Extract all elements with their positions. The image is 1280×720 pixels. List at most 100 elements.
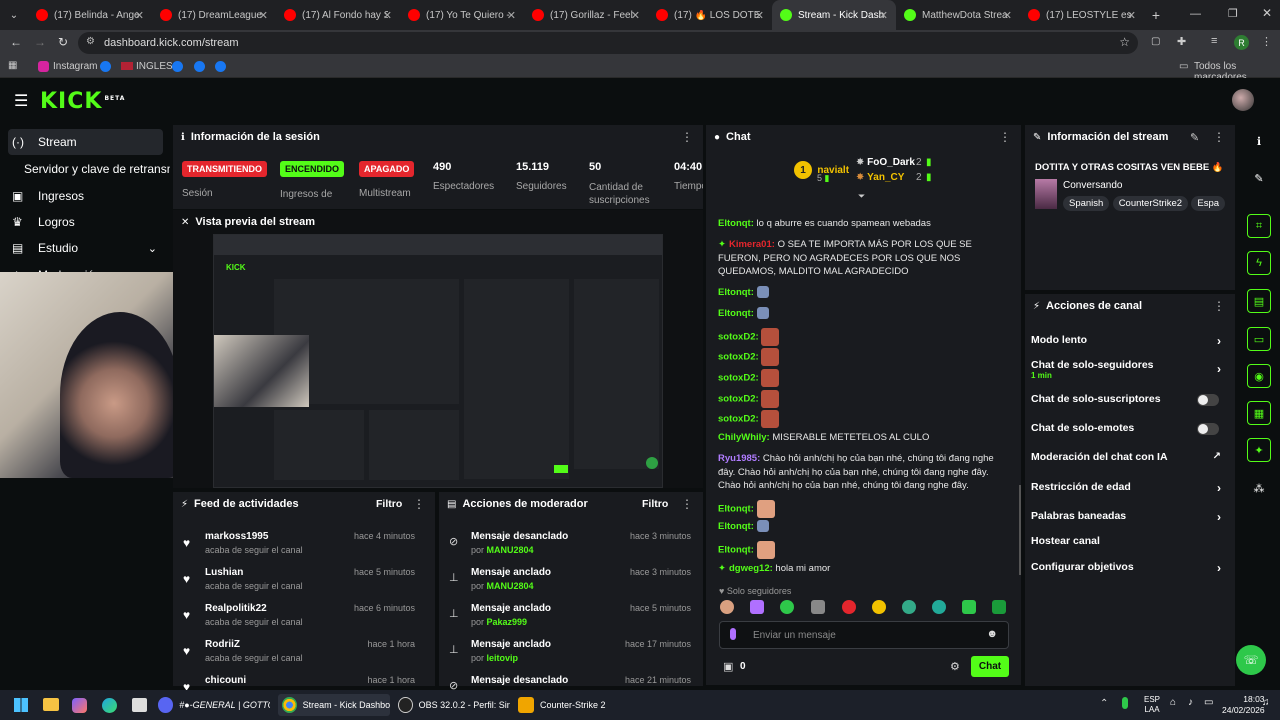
tab-close-icon[interactable]: ✕	[879, 9, 888, 22]
chat-username[interactable]: ChilyWhily:	[718, 432, 770, 443]
kick-logo[interactable]: KICK BETA	[40, 89, 125, 114]
browser-tab[interactable]: (17) Belinda - Angel ✕	[28, 0, 152, 30]
screenshot-icon[interactable]: ▢	[1151, 36, 1160, 47]
emote-icon[interactable]	[932, 600, 946, 614]
facebook-icon[interactable]	[215, 61, 226, 72]
reload-icon[interactable]: ↻	[58, 35, 68, 49]
chat-bubble-icon[interactable]: ▭	[1247, 327, 1271, 351]
points-icon[interactable]: ▣	[723, 660, 733, 673]
chat-username[interactable]: sotoxD2:	[718, 373, 759, 384]
tab-close-icon[interactable]: ✕	[755, 9, 764, 22]
layers-icon[interactable]: ▦	[1247, 401, 1271, 425]
sidebar-item-stream[interactable]: (·) Stream	[8, 129, 163, 155]
chat-message[interactable]: Eltonqt:	[718, 500, 1010, 518]
chat-username[interactable]: sotoxD2:	[718, 394, 759, 405]
chat-message[interactable]: Eltonqt:	[718, 307, 1010, 321]
tab-close-icon[interactable]: ✕	[135, 9, 144, 22]
chat-username[interactable]: dgweg12:	[729, 563, 773, 574]
windows-start-icon[interactable]	[14, 698, 28, 712]
file-explorer-icon[interactable]	[43, 698, 59, 711]
apps-grid-icon[interactable]: ▦	[8, 60, 17, 71]
battery-icon[interactable]: ▭	[1204, 697, 1213, 708]
tray-chevron-icon[interactable]: ⌃	[1100, 698, 1108, 709]
notification-bell-icon[interactable]: ♫	[1262, 697, 1270, 708]
network-icon[interactable]: ⌂	[1170, 697, 1176, 708]
chat-message[interactable]: Ryu1985: Chào hỏi anh/chị họ của bạn nhé…	[718, 452, 1010, 493]
mic-tray-icon[interactable]	[1122, 697, 1128, 709]
user-avatar[interactable]	[1232, 89, 1254, 111]
chat-username[interactable]: Eltonqt:	[718, 521, 754, 532]
new-tab-button[interactable]: +	[1144, 7, 1168, 23]
browser-tab[interactable]: MatthewDota Stream ✕	[896, 0, 1020, 30]
emote-icon[interactable]	[842, 600, 856, 614]
mod-action-row[interactable]: ⊥ Mensaje anclado por leitovip hace 17 minu…	[439, 636, 699, 672]
tag-chip[interactable]: Espa	[1191, 196, 1226, 211]
feed-row[interactable]: ♥ Realpolitik22 acaba de seguir el canal ha…	[173, 600, 423, 636]
action-followers-only[interactable]: Chat de solo-seguidores 1 min ›	[1031, 359, 1227, 381]
back-icon[interactable]: ←	[10, 35, 22, 49]
action-configure-goals[interactable]: Configurar objetivos ›	[1031, 561, 1227, 575]
copilot-icon[interactable]	[72, 698, 87, 713]
tab-close-icon[interactable]: ✕	[1003, 9, 1012, 22]
action-slow-mode[interactable]: Modo lento ›	[1031, 334, 1227, 348]
edit-stream-icon[interactable]: ✎	[1190, 131, 1199, 144]
browser-tab[interactable]: (17) Yo Te Quiero - Yo✕	[400, 0, 524, 30]
feed-row[interactable]: ♥ markoss1995 acaba de seguir el canal hace…	[173, 528, 423, 564]
tab-close-icon[interactable]: ✕	[383, 9, 392, 22]
action-emotes-only[interactable]: Chat de solo-emotes	[1031, 422, 1227, 436]
browser-tab[interactable]: (17) Al Fondo hay Sit ✕	[276, 0, 400, 30]
mic-icon[interactable]	[730, 628, 736, 640]
chat-input[interactable]: Enviar un mensaje ☻	[719, 621, 1009, 649]
chat-username[interactable]: sotoxD2:	[718, 332, 759, 343]
volume-icon[interactable]: ♪	[1188, 697, 1193, 708]
hamburger-menu-icon[interactable]: ☰	[14, 91, 28, 111]
chat-username[interactable]: Eltonqt:	[718, 287, 754, 298]
panel-menu-icon[interactable]: ⋮	[681, 497, 693, 511]
subscribers-only-toggle[interactable]	[1197, 394, 1219, 406]
url-field[interactable]: ⚙ dashboard.kick.com/stream ☆	[78, 32, 1138, 54]
chat-scrollbar[interactable]	[1019, 485, 1021, 575]
sidebar-item-estudio[interactable]: ▤ Estudio ⌄	[8, 235, 163, 261]
store-icon[interactable]	[132, 698, 147, 712]
panel-menu-icon[interactable]: ⋮	[1213, 299, 1225, 313]
media-icon[interactable]: ≡	[1211, 35, 1217, 47]
tab-close-icon[interactable]: ✕	[1127, 9, 1136, 22]
support-button[interactable]: ☏	[1236, 645, 1266, 675]
feed-row[interactable]: ♥ RodriiZ acaba de seguir el canal hace 1 h…	[173, 636, 423, 672]
clock[interactable]: 18:03 24/02/2026	[1222, 694, 1265, 716]
emoji-icon[interactable]: ☻	[986, 628, 998, 640]
browser-menu-icon[interactable]: ⋮	[1261, 35, 1272, 48]
minimize-button[interactable]: —	[1190, 8, 1201, 20]
taskbar-app-discord[interactable]: #●-GENERAL | GOTTO	[158, 694, 270, 716]
mod-filter-button[interactable]: Filtro	[642, 498, 668, 510]
extensions-icon[interactable]: ✚	[1177, 35, 1186, 48]
tab-close-icon[interactable]: ✕	[259, 9, 268, 22]
action-age-restriction[interactable]: Restricción de edad ›	[1031, 481, 1227, 495]
mod-action-row[interactable]: ⊘ Mensaje desanclado por MANU2804 hace 3 mi…	[439, 528, 699, 564]
emote-icon[interactable]	[750, 600, 764, 614]
browser-tab[interactable]: Stream - Kick Dashbo✕	[772, 0, 896, 30]
chat-message[interactable]: ✦ dgweg12: hola mi amor	[718, 562, 1010, 576]
chat-settings-icon[interactable]: ⚙	[950, 660, 960, 673]
tag-chip[interactable]: Spanish	[1063, 196, 1110, 211]
facebook-icon[interactable]	[100, 61, 111, 72]
chat-message[interactable]: sotoxD2:	[718, 369, 1010, 387]
maximize-button[interactable]: ❐	[1228, 7, 1238, 20]
chat-username[interactable]: Eltonqt:	[718, 545, 754, 556]
chat-message[interactable]: Eltonqt: lo q aburre es cuando spamean w…	[718, 217, 1010, 231]
tab-close-icon[interactable]: ✕	[631, 9, 640, 22]
feed-filter-button[interactable]: Filtro	[376, 498, 402, 510]
emote-icon[interactable]	[780, 600, 794, 614]
facebook-icon[interactable]	[172, 61, 183, 72]
browser-tab[interactable]: (17) Gorillaz - Feel Go✕	[524, 0, 648, 30]
chat-message[interactable]: Eltonqt:	[718, 541, 1010, 559]
emote-icon[interactable]	[872, 600, 886, 614]
panel-menu-icon[interactable]: ⋮	[681, 130, 693, 144]
stream-preview-video[interactable]: KICK	[213, 234, 663, 488]
taskbar-app-obs[interactable]: OBS 32.0.2 - Perfil: Sin T	[398, 694, 510, 716]
chat-message[interactable]: ✦ Kimera01: O SEA TE IMPORTA MÁS POR LOS …	[718, 238, 1010, 279]
tab-close-icon[interactable]: ✕	[507, 9, 516, 22]
chat-username[interactable]: Eltonqt:	[718, 218, 754, 229]
emote-icon[interactable]	[962, 600, 976, 614]
chat-username[interactable]: Ryu1985:	[718, 453, 760, 464]
